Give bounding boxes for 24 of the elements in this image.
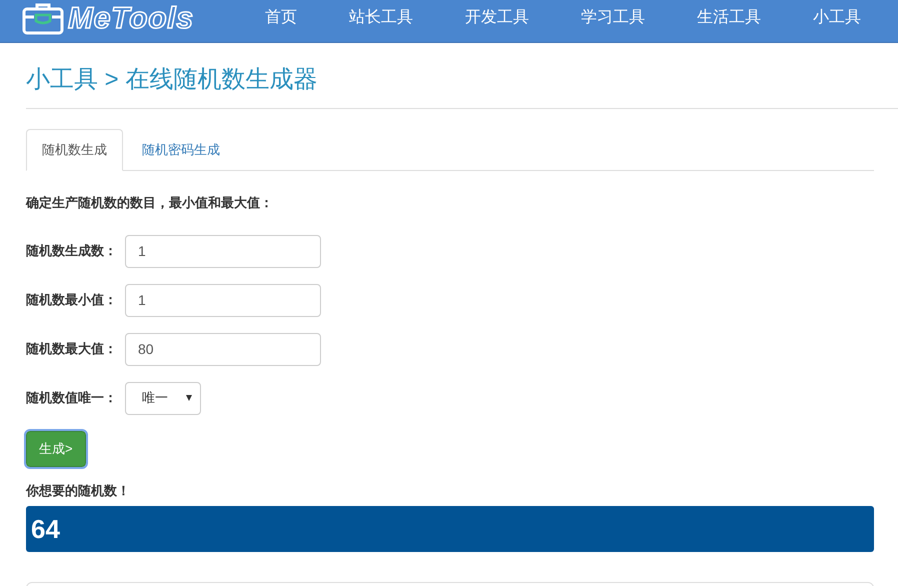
- tab[interactable]: 随机数生成: [26, 129, 123, 171]
- caret-icon: [186, 395, 192, 401]
- result-number: 64: [31, 512, 60, 546]
- instruction-text: 确定生产随机数的数目，最小值和最大值：: [26, 194, 274, 212]
- page-title: 小工具 > 在线随机数生成器: [26, 65, 318, 95]
- tab[interactable]: 随机密码生成: [123, 129, 239, 171]
- nav-link[interactable]: 站长工具: [334, 6, 428, 30]
- logo-text[interactable]: MeTools: [68, 0, 194, 40]
- field-label: 随机数值唯一：: [26, 389, 118, 408]
- field-label: 随机数生成数：: [26, 242, 118, 260]
- nav-link[interactable]: 生活工具: [682, 6, 776, 30]
- field-label: 随机数最小值：: [26, 291, 118, 310]
- nav-link[interactable]: 学习工具: [566, 6, 660, 30]
- field-label: 随机数最大值：: [26, 340, 118, 358]
- input-field[interactable]: 1: [125, 234, 321, 268]
- result-label: 你想要的随机数！: [26, 482, 131, 500]
- nav-link[interactable]: 首页: [250, 6, 312, 30]
- generate-button[interactable]: 生成>: [26, 430, 86, 466]
- input-field[interactable]: 1: [125, 284, 321, 316]
- nav-link[interactable]: 小工具: [798, 6, 876, 30]
- nav-link[interactable]: 开发工具: [450, 6, 544, 30]
- toolbox-icon: [22, 1, 64, 35]
- input-field[interactable]: 80: [125, 332, 321, 366]
- dropdown[interactable]: 唯一: [125, 382, 201, 414]
